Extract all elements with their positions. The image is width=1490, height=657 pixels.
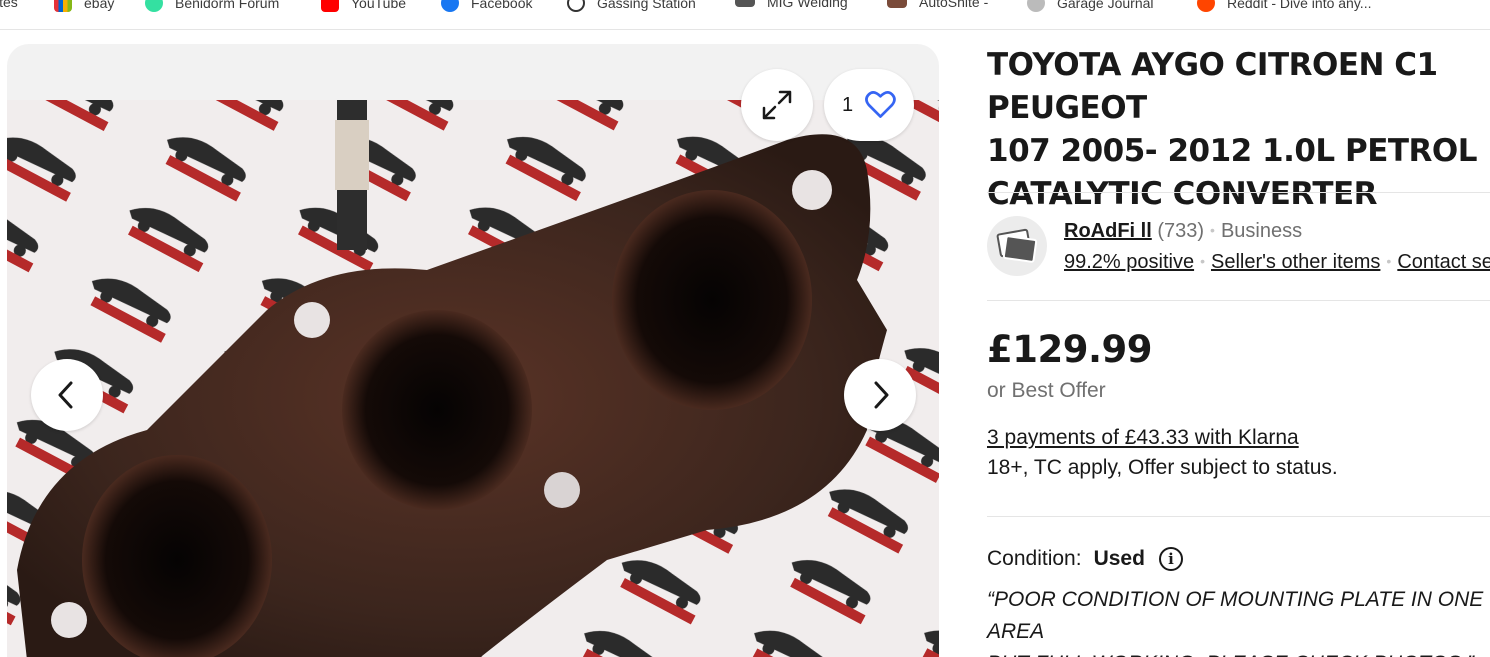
youtube-icon	[321, 0, 339, 12]
listing-title: TOYOTA AYGO CITROEN C1 PEUGEOT 107 2005-…	[987, 47, 1478, 212]
seller-card: RoAdFi ll (733) • Business 99.2% positive •…	[987, 216, 1490, 278]
product-photo[interactable]	[7, 100, 939, 657]
bookmark-label: ebay	[84, 0, 115, 11]
price: £129.99	[987, 328, 1153, 371]
mig-welding-icon	[735, 0, 755, 7]
bookmark-item-facebook[interactable]: Facebook	[441, 0, 532, 12]
info-icon[interactable]: i	[1158, 547, 1183, 571]
contact-seller-link[interactable]: Contact seller	[1397, 251, 1490, 273]
bookmark-item-autoshite[interactable]: AutoShite -	[887, 0, 988, 10]
chevron-right-icon	[874, 381, 889, 409]
best-offer-label: or Best Offer	[987, 379, 1106, 402]
heart-icon	[865, 91, 896, 118]
bookmark-label: Facebook	[471, 0, 533, 11]
seller-other-items-link[interactable]: Seller's other items	[1211, 251, 1380, 273]
divider	[987, 516, 1490, 517]
klarna-payments-link[interactable]: 3 payments of £43.33 with Klarna	[987, 426, 1299, 450]
separator-dot: •	[1386, 253, 1392, 269]
bookmark-item-sites[interactable]: ites	[0, 0, 18, 10]
autoshite-icon	[887, 0, 907, 8]
chevron-left-icon	[58, 381, 73, 409]
photos-icon	[996, 228, 1038, 263]
condition-value: Used	[1093, 547, 1145, 570]
bookmark-item-garage-journal[interactable]: Garage Journal	[1027, 0, 1154, 12]
bookmark-label: ites	[0, 0, 18, 10]
bookmark-item-youtube[interactable]: YouTube	[321, 0, 406, 12]
seller-line-1: RoAdFi ll (733) • Business	[1064, 216, 1490, 247]
bookmark-item-ebay[interactable]: ebay	[54, 0, 114, 12]
bookmark-label: Reddit - Dive into any...	[1227, 0, 1372, 11]
divider	[987, 300, 1490, 301]
garage-journal-icon	[1027, 0, 1045, 12]
image-gallery: 1	[7, 44, 939, 657]
bookmark-label: AutoShite -	[919, 0, 989, 10]
watch-button[interactable]: 1	[824, 69, 914, 141]
bookmarks-bar: ites ebay Benidorm Forum YouTube Faceboo…	[0, 0, 1490, 30]
bookmark-item-gassing-station[interactable]: Gassing Station	[567, 0, 696, 12]
separator-dot: •	[1200, 253, 1205, 269]
bookmark-label: MIG Welding	[767, 0, 848, 10]
bookmark-label: Gassing Station	[597, 0, 696, 11]
next-image-button[interactable]	[844, 359, 916, 431]
tripadvisor-icon	[145, 0, 163, 12]
reddit-icon	[1197, 0, 1215, 12]
bookmark-label: Benidorm Forum	[175, 0, 280, 11]
seller-feedback-count: (733)	[1157, 220, 1205, 242]
watch-count: 1	[842, 93, 854, 116]
separator-dot: •	[1210, 222, 1215, 238]
klarna-note: 18+, TC apply, Offer subject to status.	[987, 456, 1338, 479]
seller-info: RoAdFi ll (733) • Business 99.2% positive •…	[1064, 216, 1490, 278]
catalytic-converter-photo	[7, 100, 939, 657]
condition-description: “POOR CONDITION OF MOUNTING PLATE IN ONE…	[987, 584, 1490, 657]
seller-line-2: 99.2% positive • Seller's other items • Cont…	[1064, 247, 1490, 278]
listing-details: TOYOTA AYGO CITROEN C1 PEUGEOT 107 2005-…	[987, 44, 1490, 216]
bookmark-item-mig-welding[interactable]: MIG Welding	[735, 0, 848, 10]
bookmark-label: Garage Journal	[1057, 0, 1154, 11]
expand-icon	[762, 90, 792, 120]
bookmark-item-benidorm-forum[interactable]: Benidorm Forum	[145, 0, 279, 12]
seller-avatar[interactable]	[987, 216, 1047, 276]
seller-type: Business	[1220, 220, 1303, 242]
condition-description-text: “POOR CONDITION OF MOUNTING PLATE IN ONE…	[987, 588, 1484, 657]
previous-image-button[interactable]	[31, 359, 103, 431]
seller-positive-link[interactable]: 99.2% positive	[1064, 251, 1194, 273]
condition-label: Condition:	[987, 547, 1082, 570]
gassing-station-icon	[567, 0, 585, 12]
condition-row: Condition: Used i	[987, 547, 1183, 571]
facebook-icon	[441, 0, 459, 12]
expand-image-button[interactable]	[741, 69, 813, 141]
bookmark-item-reddit[interactable]: Reddit - Dive into any...	[1197, 0, 1371, 12]
ebay-icon	[54, 0, 72, 12]
divider	[987, 192, 1490, 193]
bookmark-label: YouTube	[351, 0, 407, 11]
seller-name-link[interactable]: RoAdFi ll	[1064, 220, 1152, 242]
